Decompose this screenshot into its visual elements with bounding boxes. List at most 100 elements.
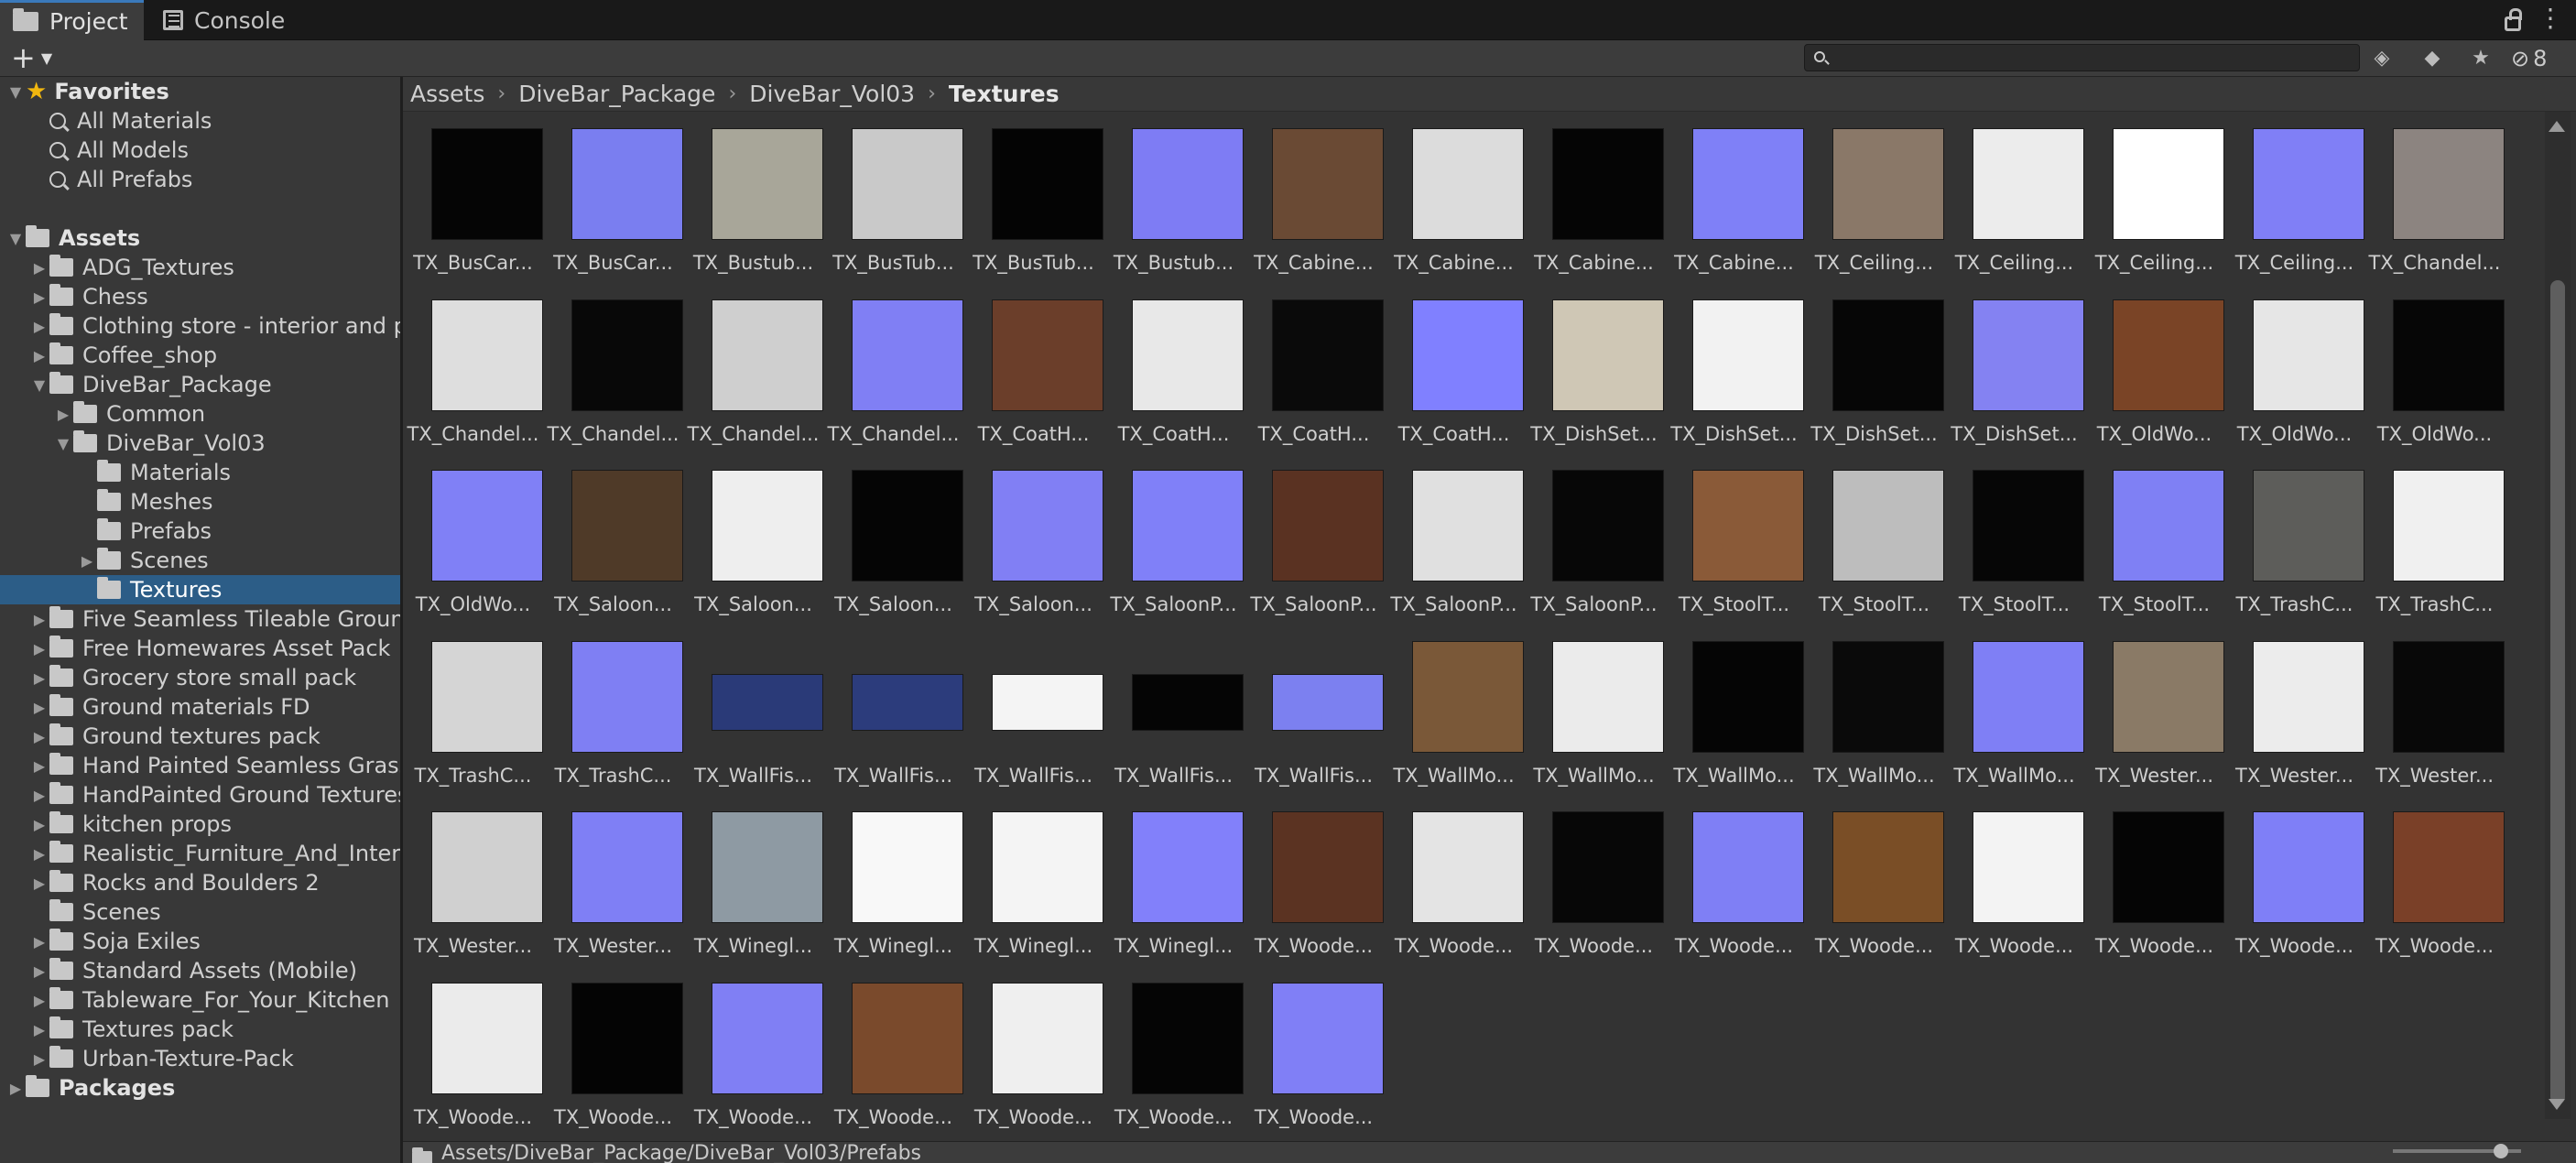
texture-thumbnail[interactable]: [1552, 811, 1664, 923]
texture-thumbnail[interactable]: [992, 982, 1103, 1094]
asset-item[interactable]: TX_Saloon...: [683, 459, 823, 627]
asset-item[interactable]: TX_DishSet...: [1944, 288, 2084, 457]
texture-thumbnail[interactable]: [712, 811, 823, 923]
tree-item-all-prefabs[interactable]: All Prefabs: [0, 165, 400, 194]
expand-arrow-closed-icon[interactable]: ▶: [29, 699, 49, 716]
asset-item[interactable]: TX_Woode...: [1103, 972, 1244, 1140]
texture-thumbnail[interactable]: [712, 128, 823, 240]
texture-thumbnail[interactable]: [1132, 811, 1244, 923]
asset-item[interactable]: TX_WallMo...: [1664, 630, 1804, 799]
asset-item[interactable]: TX_OldWo...: [2084, 288, 2224, 457]
tree-item-tableware-for-your-kitchen[interactable]: ▶ Tableware_For_Your_Kitchen: [0, 985, 400, 1015]
asset-item[interactable]: TX_Woode...: [1244, 800, 1384, 969]
asset-item[interactable]: TX_Woode...: [1244, 972, 1384, 1140]
asset-item[interactable]: TX_Woode...: [543, 972, 683, 1140]
texture-thumbnail[interactable]: [1692, 299, 1804, 411]
asset-item[interactable]: TX_BusCar...: [543, 117, 683, 286]
asset-item[interactable]: TX_StoolT...: [1804, 459, 1944, 627]
search-by-label-icon[interactable]: ◆: [2421, 48, 2443, 70]
tree-item-textures-pack[interactable]: ▶ Textures pack: [0, 1015, 400, 1044]
texture-thumbnail[interactable]: [992, 470, 1103, 582]
asset-item[interactable]: TX_Cabine...: [1244, 117, 1384, 286]
asset-item[interactable]: TX_Saloon...: [543, 459, 683, 627]
texture-thumbnail[interactable]: [1692, 128, 1804, 240]
asset-item[interactable]: TX_Woode...: [1524, 800, 1664, 969]
tree-item-free-homewares-asset-pack[interactable]: ▶ Free Homewares Asset Pack: [0, 634, 400, 663]
tree-item-divebar-package[interactable]: ▼ DiveBar_Package: [0, 370, 400, 399]
texture-thumbnail[interactable]: [1973, 811, 2084, 923]
tree-item-ground-textures-pack[interactable]: ▶ Ground textures pack: [0, 722, 400, 751]
tree-item-urban-texture-pack[interactable]: ▶ Urban-Texture-Pack: [0, 1044, 400, 1073]
expand-arrow-open-icon[interactable]: ▼: [5, 230, 26, 247]
asset-item[interactable]: TX_Chandel...: [2364, 117, 2505, 286]
texture-thumbnail[interactable]: [992, 128, 1103, 240]
texture-thumbnail[interactable]: [1832, 640, 1944, 753]
texture-thumbnail[interactable]: [431, 982, 543, 1094]
asset-item[interactable]: TX_OldWo...: [403, 459, 543, 627]
tree-item-packages[interactable]: ▶ Packages: [0, 1073, 400, 1103]
asset-item[interactable]: TX_WallFis...: [1244, 630, 1384, 799]
texture-thumbnail[interactable]: [2253, 470, 2364, 582]
texture-thumbnail[interactable]: [992, 299, 1103, 411]
texture-thumbnail[interactable]: [852, 470, 963, 582]
expand-arrow-closed-icon[interactable]: ▶: [29, 875, 49, 892]
asset-item[interactable]: TX_Woode...: [1664, 800, 1804, 969]
texture-thumbnail[interactable]: [1132, 673, 1244, 731]
tree-item-meshes[interactable]: Meshes: [0, 487, 400, 516]
hidden-packages-toggle[interactable]: ⊘ 8: [2511, 46, 2547, 71]
tree-item-favorites[interactable]: ▼ ★ Favorites: [0, 77, 400, 106]
texture-thumbnail[interactable]: [712, 299, 823, 411]
texture-thumbnail[interactable]: [1272, 470, 1384, 582]
search-by-type-icon[interactable]: ◈: [2371, 48, 2393, 70]
asset-item[interactable]: TX_OldWo...: [2364, 288, 2505, 457]
texture-thumbnail[interactable]: [2393, 299, 2505, 411]
texture-thumbnail[interactable]: [1272, 982, 1384, 1094]
texture-thumbnail[interactable]: [1552, 299, 1664, 411]
texture-thumbnail[interactable]: [1272, 673, 1384, 731]
texture-thumbnail[interactable]: [1692, 811, 1804, 923]
asset-item[interactable]: TX_Woode...: [683, 972, 823, 1140]
texture-thumbnail[interactable]: [852, 673, 963, 731]
tree-item-all-models[interactable]: All Models: [0, 136, 400, 165]
lock-icon[interactable]: [2505, 8, 2522, 31]
texture-thumbnail[interactable]: [2253, 811, 2364, 923]
asset-item[interactable]: TX_Wester...: [403, 800, 543, 969]
tree-item-adg-textures[interactable]: ▶ ADG_Textures: [0, 253, 400, 282]
texture-thumbnail[interactable]: [1412, 811, 1524, 923]
asset-item[interactable]: TX_DishSet...: [1524, 288, 1664, 457]
asset-item[interactable]: TX_Winegl...: [683, 800, 823, 969]
tree-item-hand-painted-seamless-grass[interactable]: ▶ Hand Painted Seamless Grass: [0, 751, 400, 780]
expand-arrow-closed-icon[interactable]: ▶: [29, 318, 49, 335]
texture-thumbnail[interactable]: [431, 640, 543, 753]
breadcrumb-item[interactable]: DiveBar_Vol03: [749, 81, 915, 107]
texture-thumbnail[interactable]: [852, 128, 963, 240]
texture-thumbnail[interactable]: [1973, 470, 2084, 582]
tree-item-standard-assets-mobile[interactable]: ▶ Standard Assets (Mobile): [0, 956, 400, 985]
asset-item[interactable]: TX_WallFis...: [1103, 630, 1244, 799]
texture-thumbnail[interactable]: [571, 640, 683, 753]
expand-arrow-closed-icon[interactable]: ▶: [53, 406, 73, 423]
tree-item-grocery-store-small-pack[interactable]: ▶ Grocery store small pack: [0, 663, 400, 692]
texture-thumbnail[interactable]: [571, 470, 683, 582]
texture-thumbnail[interactable]: [431, 299, 543, 411]
asset-item[interactable]: TX_Woode...: [403, 972, 543, 1140]
asset-item[interactable]: TX_CoatH...: [963, 288, 1103, 457]
asset-item[interactable]: TX_Wester...: [2364, 630, 2505, 799]
tree-item-common[interactable]: ▶ Common: [0, 399, 400, 429]
texture-thumbnail[interactable]: [1552, 128, 1664, 240]
texture-thumbnail[interactable]: [1832, 470, 1944, 582]
asset-item[interactable]: TX_WallMo...: [1804, 630, 1944, 799]
texture-thumbnail[interactable]: [571, 128, 683, 240]
texture-thumbnail[interactable]: [2113, 128, 2224, 240]
asset-item[interactable]: TX_Saloon...: [823, 459, 963, 627]
asset-item[interactable]: TX_Woode...: [1384, 800, 1524, 969]
expand-arrow-closed-icon[interactable]: ▶: [29, 640, 49, 658]
search-input[interactable]: [1832, 47, 2345, 69]
texture-thumbnail[interactable]: [1832, 128, 1944, 240]
scroll-down-arrow-icon[interactable]: [2549, 1099, 2565, 1110]
scrollbar-thumb[interactable]: [2550, 280, 2565, 1104]
asset-item[interactable]: TX_TrashC...: [543, 630, 683, 799]
asset-item[interactable]: TX_Ceiling...: [2224, 117, 2364, 286]
texture-thumbnail[interactable]: [571, 811, 683, 923]
texture-thumbnail[interactable]: [1132, 982, 1244, 1094]
